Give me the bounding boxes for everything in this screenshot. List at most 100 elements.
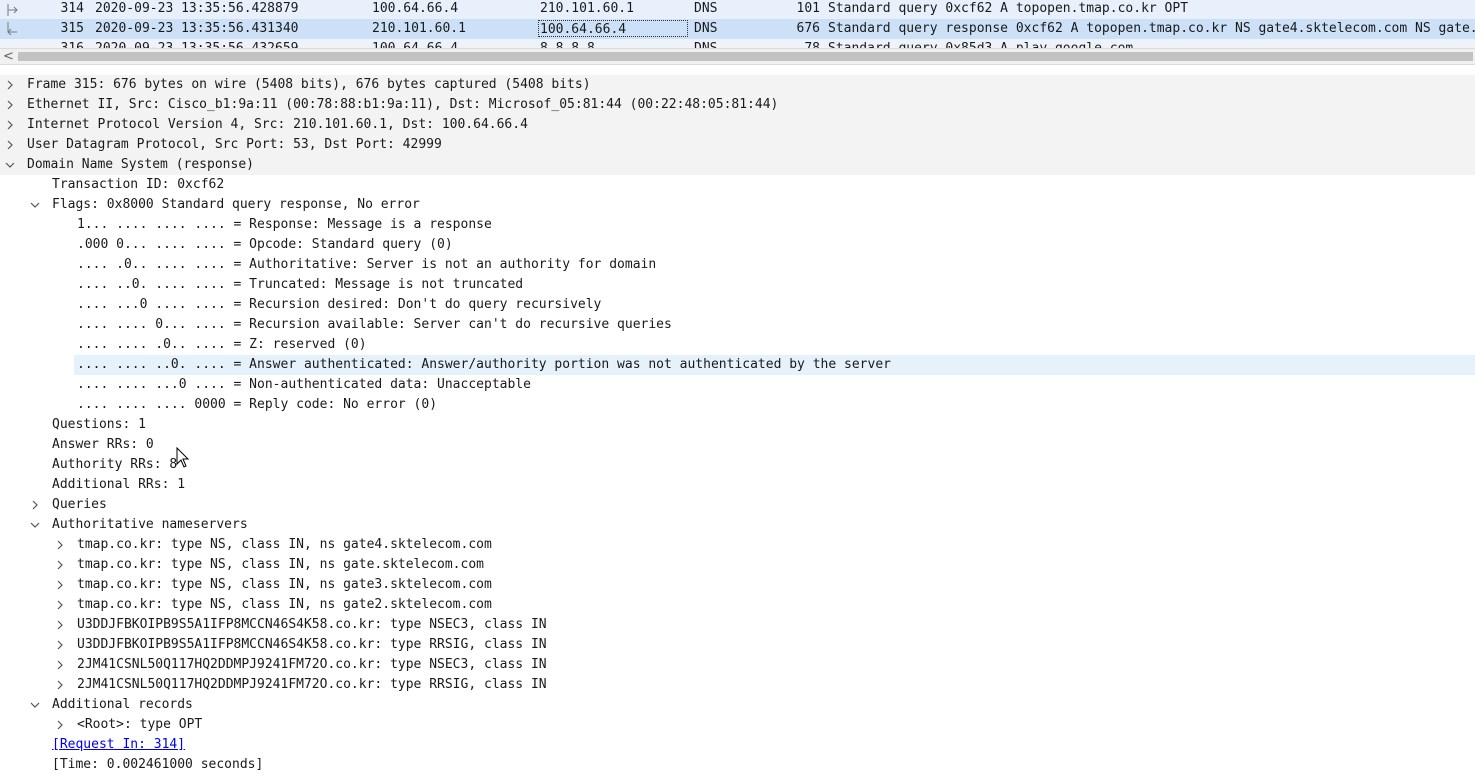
packet-length: 101 <box>796 1 820 16</box>
packet-destination-focused-cell[interactable]: 100.64.66.4 <box>538 20 688 37</box>
tree-item-dns[interactable]: Domain Name System (response) <box>0 155 1475 175</box>
tree-item-label: Answer RRs: 0 <box>52 437 154 452</box>
tree-item-label: U3DDJFBKOIPB9S5A1IFP8MCCN46S4K58.co.kr: … <box>77 617 547 632</box>
tree-item-flags[interactable]: Flags: 0x8000 Standard query response, N… <box>0 195 1475 215</box>
chevron-right-icon[interactable] <box>4 135 16 155</box>
tree-item-flag-bit[interactable]: 1... .... .... .... = Response: Message … <box>0 215 1475 235</box>
tree-item-nsec3-record[interactable]: U3DDJFBKOIPB9S5A1IFP8MCCN46S4K58.co.kr: … <box>0 615 1475 635</box>
tree-item-ns-record[interactable]: tmap.co.kr: type NS, class IN, ns gate.s… <box>0 555 1475 575</box>
response-related-icon <box>7 22 17 36</box>
tree-item-label: .000 0... .... .... = Opcode: Standard q… <box>77 237 453 252</box>
tree-item-transaction-id[interactable]: Transaction ID: 0xcf62 <box>0 175 1475 195</box>
tree-item-label: Internet Protocol Version 4, Src: 210.10… <box>27 117 528 132</box>
tree-item-label: tmap.co.kr: type NS, class IN, ns gate4.… <box>77 537 492 552</box>
packet-source: 100.64.66.4 <box>372 1 459 16</box>
packet-info: Standard query response 0xcf62 A topopen… <box>828 21 1475 36</box>
packet-protocol: DNS <box>694 21 718 36</box>
chevron-down-icon[interactable] <box>29 515 41 535</box>
tree-item-label: Ethernet II, Src: Cisco_b1:9a:11 (00:78:… <box>27 97 779 112</box>
tree-item-flag-bit[interactable]: .... .... ...0 .... = Non-authenticated … <box>0 375 1475 395</box>
tree-item-label: [Time: 0.002461000 seconds] <box>52 757 264 772</box>
chevron-right-icon[interactable] <box>54 575 66 595</box>
chevron-down-icon[interactable] <box>29 695 41 715</box>
tree-item-label: 2JM41CSNL50Q117HQ2DDMPJ9241FM72O.co.kr: … <box>77 677 547 692</box>
tree-item-label: .... ...0 .... .... = Recursion desired:… <box>77 297 602 312</box>
chevron-right-icon[interactable] <box>4 75 16 95</box>
tree-item-ns-record[interactable]: tmap.co.kr: type NS, class IN, ns gate3.… <box>0 575 1475 595</box>
tree-item-frame[interactable]: Frame 315: 676 bytes on wire (5408 bits)… <box>0 75 1475 95</box>
tree-item-flag-bit[interactable]: .... ..0. .... .... = Truncated: Message… <box>0 275 1475 295</box>
tree-item-time[interactable]: [Time: 0.002461000 seconds] <box>0 755 1475 775</box>
tree-item-authority-rrs[interactable]: Authority RRs: 8 <box>0 455 1475 475</box>
chevron-right-icon[interactable] <box>4 95 16 115</box>
packet-info: Standard query 0x85d3 A play.google.com <box>828 39 1133 48</box>
tree-item-label: Authority RRs: 8 <box>52 457 178 472</box>
tree-item-request-in[interactable]: [Request In: 314] <box>0 735 1475 755</box>
tree-item-label: tmap.co.kr: type NS, class IN, ns gate2.… <box>77 597 492 612</box>
tree-item-additional-records[interactable]: Additional records <box>0 695 1475 715</box>
packet-list[interactable]: 314 2020-09-23 13:35:56.428879 100.64.66… <box>0 0 1475 48</box>
tree-item-label: Queries <box>52 497 107 512</box>
tree-item-ip[interactable]: Internet Protocol Version 4, Src: 210.10… <box>0 115 1475 135</box>
tree-item-label: Additional RRs: 1 <box>52 477 186 492</box>
tree-item-flag-bit[interactable]: .... ...0 .... .... = Recursion desired:… <box>0 295 1475 315</box>
tree-item-queries[interactable]: Queries <box>0 495 1475 515</box>
tree-item-additional-rrs[interactable]: Additional RRs: 1 <box>0 475 1475 495</box>
chevron-right-icon[interactable] <box>54 655 66 675</box>
chevron-right-icon[interactable] <box>54 675 66 695</box>
tree-item-label: 1... .... .... .... = Response: Message … <box>77 217 492 232</box>
tree-item-answer-rrs[interactable]: Answer RRs: 0 <box>0 435 1475 455</box>
tree-item-ns-record[interactable]: tmap.co.kr: type NS, class IN, ns gate4.… <box>0 535 1475 555</box>
chevron-down-icon[interactable] <box>29 195 41 215</box>
tree-item-root-opt[interactable]: <Root>: type OPT <box>0 715 1475 735</box>
packet-source: 210.101.60.1 <box>372 21 466 36</box>
tree-item-questions[interactable]: Questions: 1 <box>0 415 1475 435</box>
packet-row-314[interactable]: 314 2020-09-23 13:35:56.428879 100.64.66… <box>0 0 1475 19</box>
tree-item-label: Transaction ID: 0xcf62 <box>52 177 225 192</box>
tree-item-nsec3-record[interactable]: 2JM41CSNL50Q117HQ2DDMPJ9241FM72O.co.kr: … <box>0 655 1475 675</box>
mouse-cursor-icon <box>176 447 190 468</box>
tree-item-label: Frame 315: 676 bytes on wire (5408 bits)… <box>27 77 591 92</box>
chevron-right-icon[interactable] <box>54 715 66 735</box>
scroll-left-arrow-icon[interactable]: < <box>3 49 15 64</box>
tree-item-flag-bit[interactable]: .... .0.. .... .... = Authoritative: Ser… <box>0 255 1475 275</box>
request-related-icon <box>7 4 18 16</box>
chevron-right-icon[interactable] <box>54 635 66 655</box>
tree-item-flag-bit[interactable]: .000 0... .... .... = Opcode: Standard q… <box>0 235 1475 255</box>
scrollbar-thumb[interactable] <box>18 52 1473 61</box>
tree-item-label: 2JM41CSNL50Q117HQ2DDMPJ9241FM72O.co.kr: … <box>77 657 547 672</box>
packet-row-316[interactable]: 316 2020-09-23 13:35:56.432659 100.64.66… <box>0 39 1475 48</box>
chevron-right-icon[interactable] <box>54 555 66 575</box>
tree-item-flag-bit[interactable]: .... .... .... 0000 = Reply code: No err… <box>0 395 1475 415</box>
request-in-link[interactable]: [Request In: 314] <box>52 735 185 755</box>
packet-length: 78 <box>760 39 820 48</box>
chevron-right-icon[interactable] <box>54 535 66 555</box>
tree-item-ethernet[interactable]: Ethernet II, Src: Cisco_b1:9a:11 (00:78:… <box>0 95 1475 115</box>
tree-item-label: .... .... .... 0000 = Reply code: No err… <box>77 397 438 412</box>
tree-item-flag-bit-selected[interactable]: .... .... ..0. .... = Answer authenticat… <box>74 355 1475 375</box>
chevron-right-icon[interactable] <box>54 595 66 615</box>
tree-item-ns-record[interactable]: tmap.co.kr: type NS, class IN, ns gate2.… <box>0 595 1475 615</box>
packet-info: Standard query 0xcf62 A topopen.tmap.co.… <box>828 1 1189 16</box>
horizontal-scrollbar[interactable]: < <box>0 48 1475 65</box>
packet-protocol: DNS <box>694 1 718 16</box>
tree-item-label: .... .... ...0 .... = Non-authenticated … <box>77 377 531 392</box>
chevron-right-icon[interactable] <box>4 115 16 135</box>
tree-item-authoritative-nameservers[interactable]: Authoritative nameservers <box>0 515 1475 535</box>
tree-item-udp[interactable]: User Datagram Protocol, Src Port: 53, Ds… <box>0 135 1475 155</box>
tree-item-label: Authoritative nameservers <box>52 517 248 532</box>
packet-row-315-selected[interactable]: 315 2020-09-23 13:35:56.431340 210.101.6… <box>0 19 1475 39</box>
tree-item-label: tmap.co.kr: type NS, class IN, ns gate.s… <box>77 557 484 572</box>
tree-item-label: Domain Name System (response) <box>27 157 254 172</box>
chevron-right-icon[interactable] <box>29 495 41 515</box>
tree-item-rrsig-record[interactable]: 2JM41CSNL50Q117HQ2DDMPJ9241FM72O.co.kr: … <box>0 675 1475 695</box>
tree-item-label: Additional records <box>52 697 193 712</box>
tree-item-rrsig-record[interactable]: U3DDJFBKOIPB9S5A1IFP8MCCN46S4K58.co.kr: … <box>0 635 1475 655</box>
packet-length: 676 <box>796 21 820 36</box>
tree-item-flag-bit[interactable]: .... .... .0.. .... = Z: reserved (0) <box>0 335 1475 355</box>
tree-item-flag-bit[interactable]: .... .... 0... .... = Recursion availabl… <box>0 315 1475 335</box>
chevron-right-icon[interactable] <box>54 615 66 635</box>
tree-item-label: tmap.co.kr: type NS, class IN, ns gate3.… <box>77 577 492 592</box>
chevron-down-icon[interactable] <box>4 155 16 175</box>
packet-destination: 8.8.8.8 <box>540 39 595 48</box>
